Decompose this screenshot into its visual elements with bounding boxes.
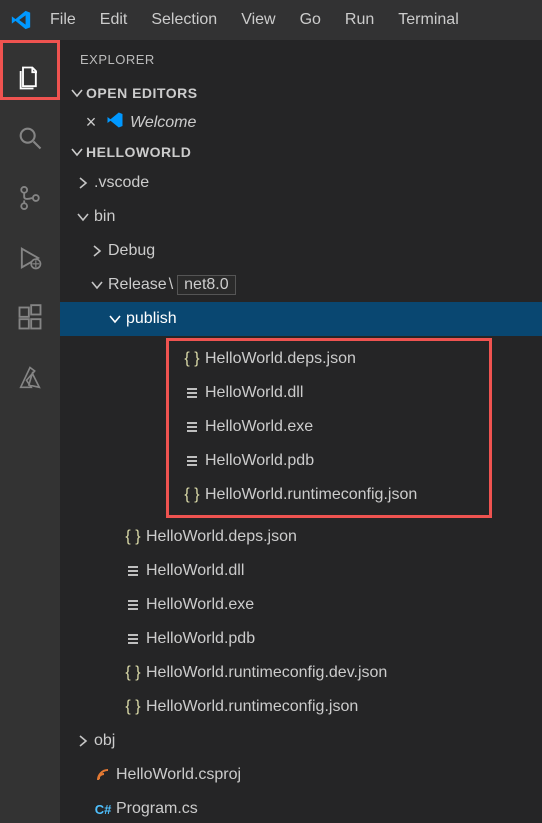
sidebar-title: EXPLORER xyxy=(60,40,542,81)
xml-project-icon xyxy=(92,767,114,783)
file-pdb[interactable]: HelloWorld.pdb xyxy=(60,622,542,656)
json-icon: { } xyxy=(122,664,144,682)
file-dll[interactable]: HelloWorld.dll xyxy=(60,554,542,588)
file-program-cs[interactable]: C# Program.cs xyxy=(60,792,542,823)
file-label: HelloWorld.exe xyxy=(203,418,313,436)
file-label: HelloWorld.pdb xyxy=(144,630,255,648)
folder-obj[interactable]: obj xyxy=(60,724,542,758)
search-icon xyxy=(16,124,44,152)
workarea: EXPLORER OPEN EDITORS × Welcome HELLOWOR… xyxy=(0,40,542,823)
file-exe[interactable]: HelloWorld.exe xyxy=(60,588,542,622)
file-label: HelloWorld.pdb xyxy=(203,452,314,470)
menu-view[interactable]: View xyxy=(229,5,287,35)
chevron-down-icon xyxy=(68,144,86,160)
menu-file[interactable]: File xyxy=(38,5,88,35)
file-label: HelloWorld.deps.json xyxy=(203,350,356,368)
publish-output-highlight: { } HelloWorld.deps.json HelloWorld.dll … xyxy=(166,338,492,518)
binary-icon xyxy=(181,419,203,435)
vscode-logo-icon xyxy=(4,9,38,31)
workspace-label: HELLOWORLD xyxy=(86,144,191,160)
open-editors-label: OPEN EDITORS xyxy=(86,85,198,101)
json-icon: { } xyxy=(181,350,203,368)
activity-run-debug[interactable] xyxy=(0,228,60,288)
activity-extensions[interactable] xyxy=(0,288,60,348)
file-label: HelloWorld.dll xyxy=(203,384,303,402)
close-icon[interactable]: × xyxy=(82,112,100,133)
activity-explorer[interactable] xyxy=(0,48,60,108)
file-label: HelloWorld.csproj xyxy=(114,766,241,784)
file-label: Program.cs xyxy=(114,800,198,818)
folder-label: bin xyxy=(92,208,115,226)
chevron-down-icon xyxy=(74,209,92,225)
file-label: HelloWorld.runtimeconfig.dev.json xyxy=(144,664,387,682)
activity-source-control[interactable] xyxy=(0,168,60,228)
file-dll[interactable]: HelloWorld.dll xyxy=(169,376,489,410)
json-icon: { } xyxy=(181,486,203,504)
workspace-header[interactable]: HELLOWORLD xyxy=(60,140,542,164)
open-editor-welcome[interactable]: × Welcome xyxy=(60,105,542,140)
file-exe[interactable]: HelloWorld.exe xyxy=(169,410,489,444)
menu-edit[interactable]: Edit xyxy=(88,5,140,35)
csharp-icon: C# xyxy=(92,802,114,817)
json-icon: { } xyxy=(122,698,144,716)
binary-icon xyxy=(181,385,203,401)
binary-icon xyxy=(181,453,203,469)
file-runtimeconfig-json[interactable]: { } HelloWorld.runtimeconfig.json xyxy=(169,478,489,512)
menu-go[interactable]: Go xyxy=(288,5,333,35)
chevron-right-icon xyxy=(88,243,106,259)
file-runtimeconfig-json[interactable]: { } HelloWorld.runtimeconfig.json xyxy=(60,690,542,724)
binary-icon xyxy=(122,631,144,647)
json-icon: { } xyxy=(122,528,144,546)
file-runtimeconfig-dev-json[interactable]: { } HelloWorld.runtimeconfig.dev.json xyxy=(60,656,542,690)
file-deps-json[interactable]: { } HelloWorld.deps.json xyxy=(169,342,489,376)
chevron-right-icon xyxy=(74,733,92,749)
menu-terminal[interactable]: Terminal xyxy=(386,5,470,35)
chevron-down-icon xyxy=(106,311,124,327)
menu-run[interactable]: Run xyxy=(333,5,386,35)
file-label: HelloWorld.runtimeconfig.json xyxy=(203,486,417,504)
source-control-icon xyxy=(16,184,44,212)
activity-azure[interactable] xyxy=(0,348,60,408)
extensions-icon xyxy=(16,304,44,332)
framework-badge: net8.0 xyxy=(177,275,235,295)
file-deps-json[interactable]: { } HelloWorld.deps.json xyxy=(60,520,542,554)
azure-icon xyxy=(16,364,44,392)
menubar: File Edit Selection View Go Run Terminal xyxy=(0,0,542,40)
file-tree: .vscode bin Debug Release \ net8.0 publi… xyxy=(60,164,542,823)
welcome-label: Welcome xyxy=(130,114,196,132)
menu-selection[interactable]: Selection xyxy=(139,5,229,35)
folder-release[interactable]: Release \ net8.0 xyxy=(60,268,542,302)
run-debug-icon xyxy=(16,244,44,272)
chevron-right-icon xyxy=(74,175,92,191)
folder-label: Release xyxy=(106,276,167,294)
vscode-file-icon xyxy=(106,111,124,134)
file-csproj[interactable]: HelloWorld.csproj xyxy=(60,758,542,792)
file-label: HelloWorld.dll xyxy=(144,562,244,580)
folder-label: publish xyxy=(124,310,177,328)
folder-vscode[interactable]: .vscode xyxy=(60,166,542,200)
file-pdb[interactable]: HelloWorld.pdb xyxy=(169,444,489,478)
open-editors-header[interactable]: OPEN EDITORS xyxy=(60,81,542,105)
binary-icon xyxy=(122,597,144,613)
folder-label: .vscode xyxy=(92,174,149,192)
explorer-sidebar: EXPLORER OPEN EDITORS × Welcome HELLOWOR… xyxy=(60,40,542,823)
folder-publish[interactable]: publish xyxy=(60,302,542,336)
file-label: HelloWorld.deps.json xyxy=(144,528,297,546)
activity-bar xyxy=(0,40,60,823)
folder-label: Debug xyxy=(106,242,155,260)
folder-bin[interactable]: bin xyxy=(60,200,542,234)
activity-search[interactable] xyxy=(0,108,60,168)
binary-icon xyxy=(122,563,144,579)
folder-label: obj xyxy=(92,732,115,750)
chevron-down-icon xyxy=(68,85,86,101)
chevron-down-icon xyxy=(88,277,106,293)
file-label: HelloWorld.runtimeconfig.json xyxy=(144,698,358,716)
file-label: HelloWorld.exe xyxy=(144,596,254,614)
explorer-icon xyxy=(16,64,44,92)
path-separator: \ xyxy=(167,276,175,294)
folder-debug[interactable]: Debug xyxy=(60,234,542,268)
